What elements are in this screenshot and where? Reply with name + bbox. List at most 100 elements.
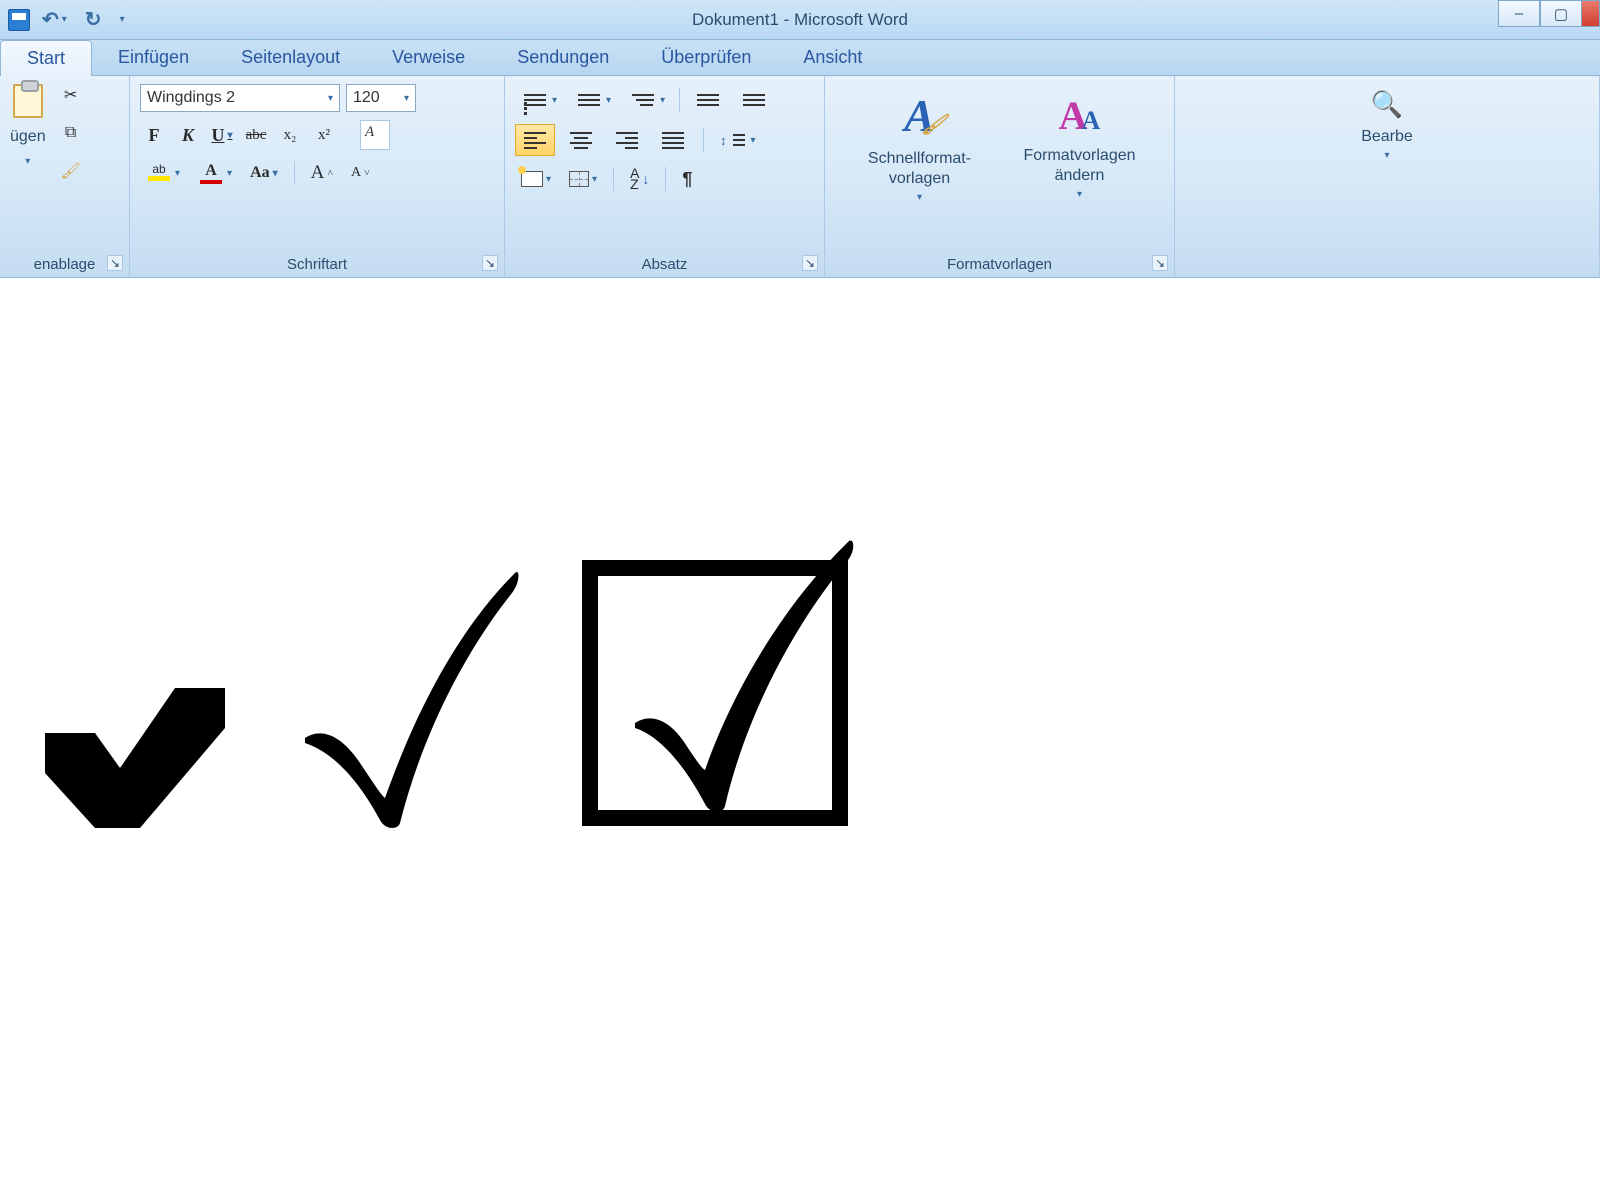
font-size-dropdown-icon: ▾ [404, 93, 409, 104]
shading-button[interactable]: ▾ [515, 167, 557, 191]
group-label-styles: Formatvorlagen ↘ [835, 252, 1164, 273]
document-area[interactable] [0, 278, 1600, 868]
group-label-paragraph: Absatz ↘ [515, 252, 814, 273]
group-label-font: Schriftart ↘ [140, 252, 494, 273]
group-clipboard: ügen ▾ ✂ ⧉ 🖌 enablage ↘ [0, 76, 130, 277]
align-right-icon [613, 128, 641, 152]
maximize-button[interactable]: ▢ [1540, 0, 1582, 27]
font-color-button[interactable]: A ▾ [192, 158, 238, 188]
line-spacing-icon: ↕ [720, 133, 727, 148]
tab-seitenlayout[interactable]: Seitenlayout [215, 40, 366, 75]
decrease-indent-icon [694, 88, 722, 112]
font-size-combo[interactable]: 120 ▾ [346, 84, 416, 112]
font-launcher[interactable]: ↘ [482, 255, 498, 271]
minimize-button[interactable]: – [1498, 0, 1540, 27]
styles-launcher[interactable]: ↘ [1152, 255, 1168, 271]
quick-styles-button[interactable]: A🖌 Schnellformat- vorlagen ▾ [845, 84, 995, 207]
font-size-value: 120 [353, 89, 380, 107]
copy-button[interactable]: ⧉ [60, 122, 82, 144]
tab-ueberpruefen[interactable]: Überprüfen [635, 40, 777, 75]
bullets-button[interactable]: ▾ [515, 84, 563, 116]
shrink-font-button[interactable]: A˅ [345, 161, 376, 185]
tab-sendungen[interactable]: Sendungen [491, 40, 635, 75]
paste-dropdown-icon[interactable]: ▾ [25, 156, 30, 167]
clear-formatting-button[interactable] [360, 120, 390, 150]
ribbon: ügen ▾ ✂ ⧉ 🖌 enablage ↘ Wingdings 2 ▾ 12 [0, 76, 1600, 278]
redo-icon: ↻ [85, 7, 102, 32]
sort-icon: AZ [630, 168, 639, 190]
bullets-icon [521, 88, 549, 112]
font-color-icon: A [205, 162, 217, 180]
checkmark-bold-icon [40, 678, 230, 828]
highlight-button[interactable]: ab ▾ [140, 158, 186, 188]
font-color-dropdown-icon: ▾ [227, 168, 232, 179]
tab-ansicht[interactable]: Ansicht [777, 40, 888, 75]
binoculars-icon: 🔍 [1371, 89, 1403, 120]
find-dropdown-icon: ▾ [1384, 150, 1389, 161]
window-controls: – ▢ [1498, 0, 1600, 27]
align-right-button[interactable] [607, 124, 647, 156]
multilevel-button[interactable]: ▾ [623, 84, 671, 116]
clipboard-launcher[interactable]: ↘ [107, 255, 123, 271]
decrease-indent-button[interactable] [688, 84, 728, 116]
change-case-button[interactable]: Aa▾ [244, 160, 284, 186]
find-button[interactable]: 🔍 Bearbe ▾ [1185, 84, 1589, 165]
undo-button[interactable]: ↶ ▾ [36, 3, 73, 36]
justify-icon [659, 128, 687, 152]
change-styles-dropdown-icon: ▾ [1077, 189, 1082, 200]
align-center-icon [567, 128, 595, 152]
scissors-icon: ✂ [64, 85, 77, 105]
bold-button[interactable]: F [140, 122, 168, 148]
checkmark-thin-icon [290, 568, 520, 828]
format-painter-button[interactable]: 🖌 [60, 160, 82, 182]
group-paragraph: ▾ ▾ ▾ ↕ ▾ ▾ ▾ [505, 76, 825, 277]
line-spacing-button[interactable]: ↕ ▾ [714, 124, 762, 156]
strikethrough-button[interactable]: abc [242, 122, 270, 148]
sort-button[interactable]: AZ ↓ [624, 164, 655, 194]
increase-indent-button[interactable] [734, 84, 774, 116]
case-dropdown-icon: ▾ [273, 168, 278, 179]
numbering-icon [575, 88, 603, 112]
borders-button[interactable]: ▾ [563, 167, 603, 191]
brush-icon: 🖌 [60, 161, 80, 181]
grow-font-button[interactable]: A˄ [305, 158, 339, 188]
undo-dropdown-icon[interactable]: ▾ [62, 14, 67, 25]
font-name-combo[interactable]: Wingdings 2 ▾ [140, 84, 340, 112]
paragraph-launcher[interactable]: ↘ [802, 255, 818, 271]
cut-button[interactable]: ✂ [60, 84, 82, 106]
tab-einfuegen[interactable]: Einfügen [92, 40, 215, 75]
line-spacing-dropdown-icon: ▾ [751, 135, 756, 146]
increase-indent-icon [740, 88, 768, 112]
group-label-editing [1185, 269, 1589, 273]
close-button[interactable] [1582, 0, 1600, 27]
highlight-icon: ab [152, 162, 165, 176]
superscript-button[interactable]: x² [310, 122, 338, 148]
italic-button[interactable]: K [174, 122, 202, 148]
tab-verweise[interactable]: Verweise [366, 40, 491, 75]
change-styles-button[interactable]: AA Formatvorlagen ändern ▾ [1005, 87, 1155, 204]
align-left-button[interactable] [515, 124, 555, 156]
shading-icon [521, 171, 543, 187]
tab-start[interactable]: Start [0, 40, 92, 76]
title-bar: ↶ ▾ ↻ ▾ Dokument1 - Microsoft Word – ▢ [0, 0, 1600, 40]
show-marks-button[interactable]: ¶ [676, 165, 698, 194]
borders-dropdown-icon: ▾ [592, 174, 597, 185]
justify-button[interactable] [653, 124, 693, 156]
align-center-button[interactable] [561, 124, 601, 156]
group-styles: A🖌 Schnellformat- vorlagen ▾ AA Formatvo… [825, 76, 1175, 277]
quick-access-toolbar: ↶ ▾ ↻ ▾ [0, 3, 131, 36]
numbering-button[interactable]: ▾ [569, 84, 617, 116]
highlight-dropdown-icon: ▾ [175, 168, 180, 179]
underline-button[interactable]: U▾ [208, 122, 236, 148]
paste-button[interactable]: ügen ▾ [10, 84, 46, 167]
checkbox-checked-icon [580, 538, 860, 828]
save-button[interactable] [8, 9, 30, 31]
subscript-button[interactable]: x₂ [276, 122, 304, 148]
borders-icon [569, 171, 589, 187]
multilevel-dropdown-icon: ▾ [660, 95, 665, 106]
qat-customize-dropdown[interactable]: ▾ [114, 10, 131, 29]
editing-label: Bearbe [1361, 127, 1413, 147]
shading-dropdown-icon: ▾ [546, 174, 551, 185]
ribbon-tabs: Start Einfügen Seitenlayout Verweise Sen… [0, 40, 1600, 76]
redo-button[interactable]: ↻ [79, 3, 108, 36]
